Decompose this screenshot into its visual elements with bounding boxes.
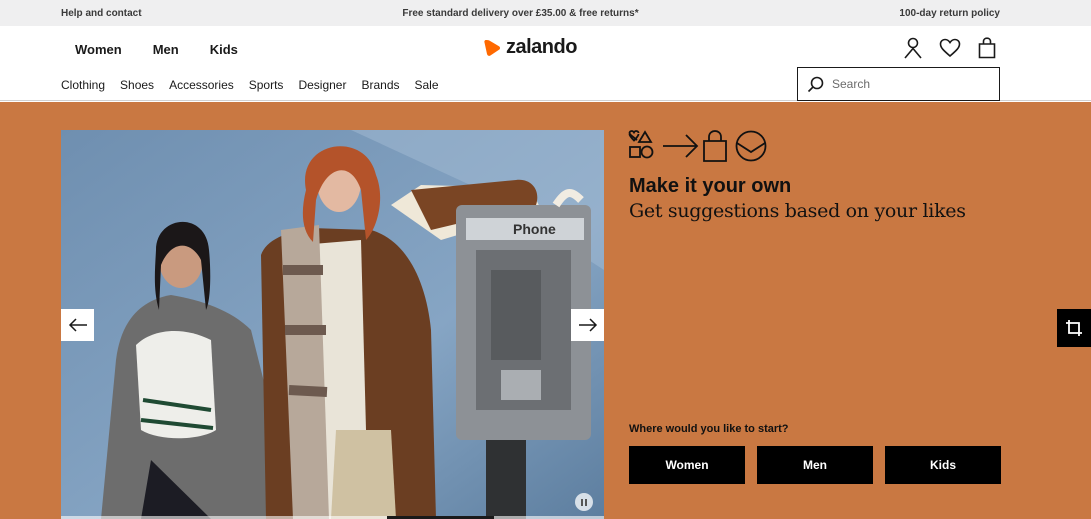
tab-women[interactable]: Women (75, 42, 122, 57)
category-list: Clothing Shoes Accessories Sports Design… (61, 78, 439, 92)
user-icon[interactable] (901, 36, 925, 60)
search-input[interactable] (832, 77, 982, 91)
search-icon (807, 76, 824, 92)
promo-icon-strip (628, 130, 770, 169)
zalando-logo[interactable]: zalando (482, 36, 577, 59)
start-question: Where would you like to start? (629, 423, 789, 435)
gender-tabs: Women Men Kids (75, 42, 238, 57)
hero-photo: Phone (61, 130, 604, 519)
zalando-logo-icon (484, 39, 501, 56)
smile-circle-icon (735, 130, 767, 162)
start-kids-button[interactable]: Kids (885, 446, 1001, 484)
hero-banner: Phone Make it your own Get suggestions b… (0, 102, 1091, 519)
nav-shoes[interactable]: Shoes (120, 78, 154, 92)
help-contact-link[interactable]: Help and contact (61, 8, 142, 19)
promo-subtitle: Get suggestions based on your likes (629, 200, 966, 222)
return-policy-link[interactable]: 100-day return policy (899, 8, 1000, 19)
heart-icon[interactable] (938, 36, 962, 60)
feedback-side-tab[interactable] (1057, 309, 1091, 347)
shopping-bag-icon (703, 130, 727, 162)
arrow-right-icon (663, 134, 699, 158)
nav-accessories[interactable]: Accessories (169, 78, 234, 92)
start-men-button[interactable]: Men (757, 446, 873, 484)
header-actions (901, 36, 999, 60)
nav-sports[interactable]: Sports (249, 78, 284, 92)
main-header: Women Men Kids zalando (0, 26, 1091, 66)
nav-clothing[interactable]: Clothing (61, 78, 105, 92)
arrow-right-icon (578, 318, 597, 332)
start-women-button[interactable]: Women (629, 446, 745, 484)
pause-icon (581, 498, 583, 506)
phone-sign-text: Phone (513, 221, 556, 237)
arrow-left-icon (68, 318, 87, 332)
search-box[interactable] (797, 67, 1000, 101)
tab-men[interactable]: Men (153, 42, 179, 57)
nav-brands[interactable]: Brands (361, 78, 399, 92)
delivery-info[interactable]: Free standard delivery over £35.00 & fre… (402, 8, 638, 19)
carousel-next-button[interactable] (571, 309, 604, 341)
top-info-bar: Help and contact Free standard delivery … (0, 0, 1091, 26)
crop-icon (1066, 320, 1082, 336)
promo-title: Make it your own (629, 175, 792, 197)
bag-icon[interactable] (975, 36, 999, 60)
logo-wordmark: zalando (506, 36, 577, 58)
category-nav: Clothing Shoes Accessories Sports Design… (0, 66, 1091, 101)
carousel-prev-button[interactable] (61, 309, 94, 341)
carousel-pause-button[interactable] (575, 493, 593, 511)
shapes-icon (628, 130, 654, 159)
tab-kids[interactable]: Kids (210, 42, 238, 57)
nav-sale[interactable]: Sale (415, 78, 439, 92)
nav-designer[interactable]: Designer (298, 78, 346, 92)
